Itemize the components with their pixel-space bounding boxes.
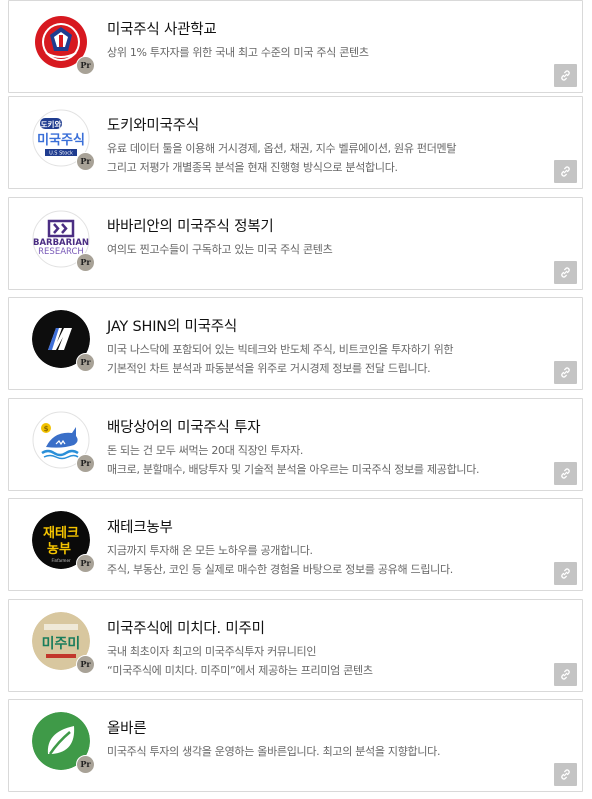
premium-badge: Pr <box>76 353 95 372</box>
channel-description: 돈 되는 건 모두 써먹는 20대 직장인 투자자. 매크로, 분할매수, 배당… <box>107 441 480 479</box>
content-card[interactable]: 재테크 농부 Finfarmer Pr 재테크농부 지금까지 투자해 온 모든 … <box>8 498 583 591</box>
premium-badge: Pr <box>76 454 95 473</box>
channel-description: 미국 나스닥에 포함되어 있는 빅테크와 반도체 주식, 비트코인을 투자하기 … <box>107 340 454 378</box>
channel-description: 상위 1% 투자자를 위한 국내 최고 수준의 미국 주식 콘텐츠 <box>107 43 369 62</box>
logo-text-top: 도키와 <box>41 119 62 129</box>
premium-badge: Pr <box>76 655 95 674</box>
logo-text-1: 재테크 <box>43 526 79 541</box>
content-card[interactable]: Pr 미국주식 사관학교 상위 1% 투자자를 위한 국내 최고 수준의 미국 … <box>8 0 583 93</box>
link-button[interactable] <box>554 562 577 585</box>
description-line-1: 미국 나스닥에 포함되어 있는 빅테크와 반도체 주식, 비트코인을 투자하기 … <box>107 343 454 356</box>
premium-badge: Pr <box>76 56 95 75</box>
channel-description: 지금까지 투자해 온 모든 노하우를 공개합니다. 주식, 부동산, 코인 등 … <box>107 541 453 579</box>
svg-text:$: $ <box>44 425 49 433</box>
link-icon <box>561 267 570 278</box>
description-line-1: 유료 데이터 툴을 이용해 거시경제, 옵션, 채권, 지수 벨류에이션, 원유… <box>107 142 457 155</box>
link-button[interactable] <box>554 361 577 384</box>
channel-title[interactable]: 도키와미국주식 <box>107 114 199 135</box>
content-card[interactable]: 도키와 미국주식 U.S Stock Pr 도키와미국주식 유료 데이터 툴을 … <box>8 96 583 189</box>
link-icon <box>561 367 570 378</box>
link-icon <box>561 568 570 579</box>
link-button[interactable] <box>554 462 577 485</box>
channel-description: 국내 최초이자 최고의 미국주식투자 커뮤니티인 “미국주식에 미치다. 미주미… <box>107 642 373 680</box>
logo-text-sub: Finfarmer <box>51 558 70 563</box>
description-line-1: 돈 되는 건 모두 써먹는 20대 직장인 투자자. <box>107 444 304 457</box>
channel-description: 미국주식 투자의 생각을 운영하는 올바른입니다. 최고의 분석을 지향합니다. <box>107 742 440 761</box>
content-card[interactable]: 미주미 Pr 미국주식에 미치다. 미주미 국내 최초이자 최고의 미국주식투자… <box>8 599 583 692</box>
channel-title[interactable]: 미국주식에 미치다. 미주미 <box>107 617 265 638</box>
link-icon <box>561 166 570 177</box>
link-icon <box>561 769 570 780</box>
logo-text-2: RESEARCH <box>38 247 84 257</box>
premium-badge: Pr <box>76 152 95 171</box>
link-button[interactable] <box>554 261 577 284</box>
channel-title[interactable]: 배당상어의 미국주식 투자 <box>107 416 261 437</box>
link-button[interactable] <box>554 663 577 686</box>
link-button[interactable] <box>554 64 577 87</box>
logo-text: 미주미 <box>42 636 81 652</box>
description-line-1: 국내 최초이자 최고의 미국주식투자 커뮤니티인 <box>107 645 317 658</box>
content-card[interactable]: BARBARIAN RESEARCH Pr 바바리안의 미국주식 정복기 여의도… <box>8 197 583 290</box>
description-line-1: 지금까지 투자해 온 모든 노하우를 공개합니다. <box>107 544 313 557</box>
link-button[interactable] <box>554 160 577 183</box>
description-line-2: 그리고 저평가 개별종목 분석을 현재 진행형 방식으로 분석합니다. <box>107 161 398 174</box>
premium-badge: Pr <box>76 554 95 573</box>
description-line-1: 여의도 찐고수들이 구독하고 있는 미국 주식 콘텐츠 <box>107 243 333 256</box>
channel-title[interactable]: 재테크농부 <box>107 516 173 537</box>
logo-text-2: 농부 <box>47 542 71 557</box>
description-line-2: 주식, 부동산, 코인 등 실제로 매수한 경험을 바탕으로 정보를 공유해 드… <box>107 563 453 576</box>
description-line-2: “미국주식에 미치다. 미주미”에서 제공하는 프리미엄 콘텐츠 <box>107 664 373 677</box>
logo-text-main: 미국주식 <box>37 132 85 148</box>
channel-description: 유료 데이터 툴을 이용해 거시경제, 옵션, 채권, 지수 벨류에이션, 원유… <box>107 139 456 177</box>
premium-badge: Pr <box>76 755 95 774</box>
description-line-2: 매크로, 분할매수, 배당투자 및 기술적 분석을 아우르는 미국주식 정보를 … <box>107 463 480 476</box>
link-icon <box>561 468 570 479</box>
channel-title[interactable]: 바바리안의 미국주식 정복기 <box>107 215 274 236</box>
premium-badge: Pr <box>76 253 95 272</box>
description-line-1: 상위 1% 투자자를 위한 국내 최고 수준의 미국 주식 콘텐츠 <box>107 46 369 59</box>
content-card[interactable]: $ Pr 배당상어의 미국주식 투자 돈 되는 건 모두 써먹는 20대 직장인… <box>8 398 583 491</box>
content-card[interactable]: Pr JAY SHIN의 미국주식 미국 나스닥에 포함되어 있는 빅테크와 반… <box>8 297 583 390</box>
description-line-2: 기본적인 차트 분석과 파동분석을 위주로 거시경제 정보를 전달 드립니다. <box>107 362 431 375</box>
link-icon <box>561 70 570 81</box>
link-icon <box>561 669 570 680</box>
channel-title[interactable]: 올바른 <box>107 717 147 738</box>
logo-text-sub: U.S Stock <box>49 151 73 157</box>
link-button[interactable] <box>554 763 577 786</box>
channel-title[interactable]: JAY SHIN의 미국주식 <box>107 315 237 336</box>
channel-description: 여의도 찐고수들이 구독하고 있는 미국 주식 콘텐츠 <box>107 240 333 259</box>
description-line-1: 미국주식 투자의 생각을 운영하는 올바른입니다. 최고의 분석을 지향합니다. <box>107 745 441 758</box>
content-card[interactable]: Pr 올바른 미국주식 투자의 생각을 운영하는 올바른입니다. 최고의 분석을… <box>8 699 583 792</box>
channel-title[interactable]: 미국주식 사관학교 <box>107 18 217 39</box>
